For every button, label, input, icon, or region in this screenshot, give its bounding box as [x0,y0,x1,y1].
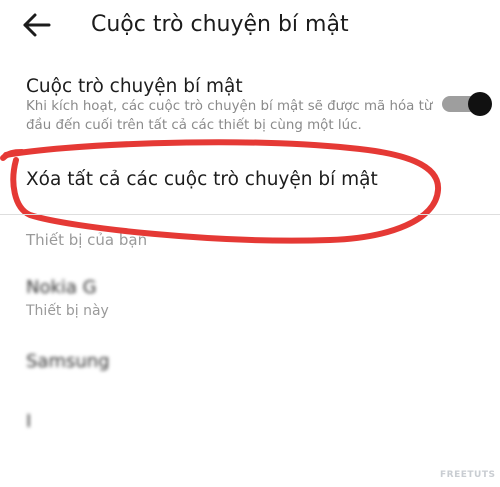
red-highlight-tail [0,149,25,161]
delete-all-secret-conversations-button[interactable]: Xóa tất cả các cuộc trò chuyện bí mật [0,160,500,202]
device-item-third[interactable]: I [26,410,31,434]
secret-conversation-setting: Cuộc trò chuyện bí mật Khi kích hoạt, cá… [0,70,500,138]
devices-section-heading: Thiết bị của bạn [26,231,148,249]
device-item-current[interactable]: Nokia G [26,276,97,300]
arrow-left-icon [23,13,51,37]
current-device-label: Thiết bị này [26,303,109,319]
page-title: Cuộc trò chuyện bí mật [91,12,349,37]
section-divider [0,214,500,215]
setting-title: Cuộc trò chuyện bí mật [26,76,243,97]
delete-all-label: Xóa tất cả các cuộc trò chuyện bí mật [26,169,378,190]
app-header: Cuộc trò chuyện bí mật [0,0,500,52]
secret-conversation-toggle[interactable] [442,92,494,116]
watermark-logo: FREETUTS [440,470,496,480]
setting-description: Khi kích hoạt, các cuộc trò chuyện bí mậ… [26,99,433,133]
back-button[interactable] [22,10,52,40]
toggle-knob [468,92,492,116]
device-item-samsung[interactable]: Samsung [26,350,110,374]
